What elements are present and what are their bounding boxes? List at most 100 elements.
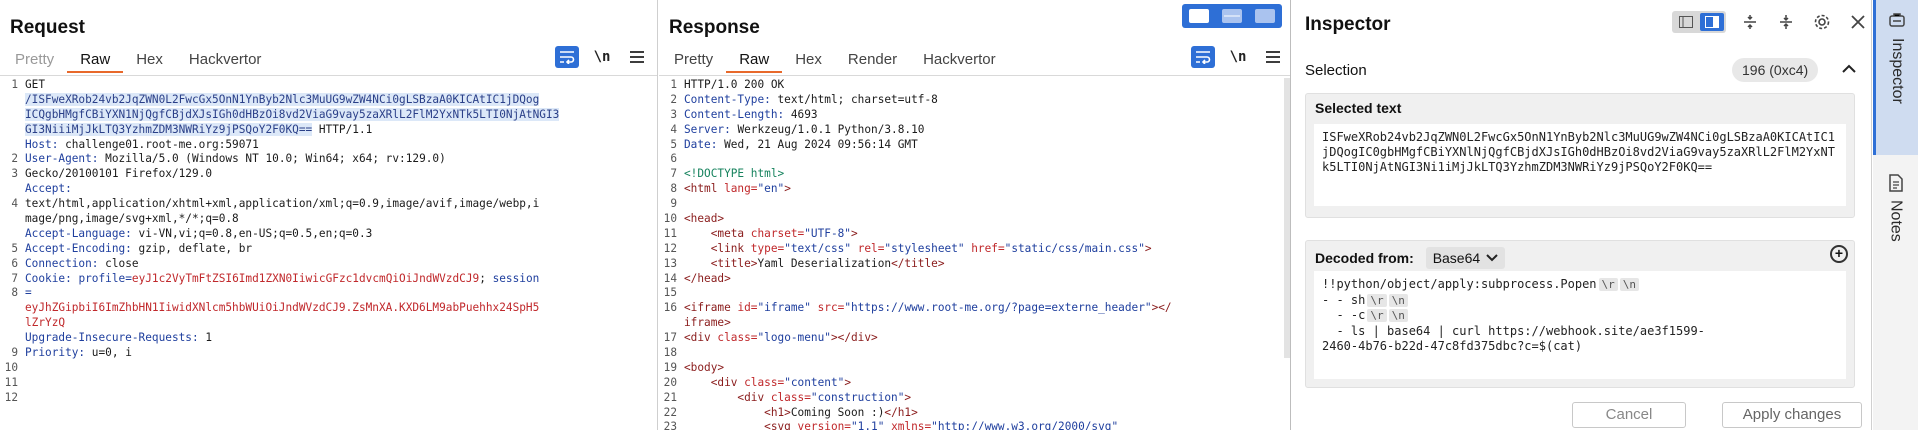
response-lines: HTTP/1.0 200 OK Content-Type: text/html;…	[684, 78, 1172, 430]
lf-marker: \n	[1388, 293, 1408, 307]
request-editor-toolbar: \n	[555, 46, 649, 68]
request-line: =	[25, 286, 32, 300]
decoded-heading: Decoded from: Base64 +	[1306, 241, 1854, 269]
tab-divider	[659, 75, 1290, 76]
selected-text-highlight: GI3NiiiMjJkLTQ3YzhmZDM3NWRiYz9jPSQoY2F0K…	[25, 122, 313, 136]
apply-changes-button[interactable]: Apply changes	[1722, 402, 1862, 428]
response-line	[684, 152, 1172, 167]
response-scrollbar[interactable]	[1284, 78, 1290, 358]
wrap-icon[interactable]	[1191, 46, 1215, 68]
inspector-pane: Inspector Selection 196 (0xc4) Selected …	[1292, 0, 1872, 430]
response-line: <!DOCTYPE html>	[684, 167, 785, 181]
cr-marker: \r	[1367, 293, 1387, 307]
response-line: <body>	[684, 360, 725, 374]
expand-all-icon[interactable]	[1738, 11, 1762, 33]
response-tabs: Pretty Raw Hex Render Hackvertor	[669, 51, 1009, 73]
request-line: /ISFweXRob24vb2JqZWN0L2FwcGx5OnN1YnByb2N…	[25, 92, 559, 108]
response-line: <meta charset="UTF-8">	[684, 226, 858, 240]
tab-raw[interactable]: Raw	[726, 51, 783, 73]
collapse-all-icon[interactable]	[1774, 11, 1798, 33]
response-pane: Response Pretty Raw Hex Render Hackverto…	[659, 0, 1291, 430]
tab-hackvertor[interactable]: Hackvertor	[176, 51, 275, 73]
selection-label: Selection	[1305, 62, 1367, 79]
response-line: <iframe id="iframe" src="https://www.roo…	[684, 301, 1172, 315]
decoded-section: Decoded from: Base64 + !!python/object/a…	[1305, 240, 1855, 388]
selected-text-highlight: /ISFweXRob24vb2JqZWN0L2FwcGx5OnN1YnByb2N…	[25, 92, 540, 106]
tab-hackvertor[interactable]: Hackvertor	[910, 51, 1009, 73]
selection-section-header[interactable]: Selection 196 (0xc4)	[1292, 51, 1872, 89]
response-line: Content-Type: text/html; charset=utf-8	[684, 92, 938, 106]
request-line: Accept-Encoding: gzip, deflate, br	[25, 241, 253, 255]
request-line: lZrYzQ	[25, 316, 66, 330]
request-tabs: Pretty Raw Hex Hackvertor	[10, 51, 274, 73]
response-line-numbers: 12345 6 7 8 9 10 11 12 13 14 15 16 17 18 19 20 21 22 2…	[663, 78, 677, 430]
menu-icon[interactable]	[1261, 46, 1285, 68]
decoded-from-label: Decoded from:	[1315, 250, 1414, 266]
chevron-up-icon[interactable]	[1842, 61, 1856, 79]
decoded-value[interactable]: !!python/object/apply:subprocess.Popen \r…	[1314, 271, 1846, 379]
top-bottom-icon[interactable]	[1221, 9, 1242, 23]
side-rail: Inspector Notes	[1873, 0, 1918, 430]
list-layout-icon[interactable]	[1674, 13, 1698, 31]
tab-pretty[interactable]: Pretty	[669, 51, 726, 73]
decoder-format-value: Base64	[1432, 250, 1481, 266]
request-line: Connection: close	[25, 256, 139, 270]
rail-tab-notes[interactable]: Notes	[1873, 162, 1918, 262]
decoded-line: - - sh \r \n	[1322, 293, 1838, 309]
menu-icon[interactable]	[625, 46, 649, 68]
request-line: Cookie: profile=eyJ1c2VyTmFtZSI6Imd1ZXN0…	[25, 271, 540, 285]
tab-render[interactable]: Render	[835, 51, 910, 73]
newline-label: \n	[593, 49, 611, 65]
inspector-title: Inspector	[1305, 14, 1391, 35]
add-decoder-icon[interactable]: +	[1830, 245, 1848, 263]
request-line: mage/png,image/svg+xml,*/*;q=0.8	[25, 212, 239, 226]
newline-label: \n	[1229, 49, 1247, 65]
tab-divider	[0, 75, 657, 76]
burp-repeater-window: Request Pretty Raw Hex Hackvertor \n 1 2…	[0, 0, 1918, 430]
tab-hex[interactable]: Hex	[123, 51, 176, 73]
wrap-icon[interactable]	[555, 46, 579, 68]
selected-text-value[interactable]: ISFweXRob24vb2JqZWN0L2FwcGx5OnN1YnByb2Nl…	[1314, 124, 1846, 206]
request-line: Upgrade-Insecure-Requests: 1	[25, 331, 213, 345]
response-line: <html lang="en">	[684, 182, 791, 196]
notes-icon	[1888, 174, 1903, 192]
tab-hex[interactable]: Hex	[782, 51, 835, 73]
response-line: </head>	[684, 271, 731, 285]
side-by-side-icon[interactable]	[1188, 9, 1209, 23]
layout-view-toggle[interactable]	[1182, 4, 1282, 28]
response-line: <svg version="1.1" xmlns="http://www.w3.…	[684, 420, 1119, 430]
response-line	[684, 197, 1172, 212]
panel-layout-icon[interactable]	[1700, 13, 1724, 31]
rail-tab-inspector[interactable]: Inspector	[1873, 0, 1918, 155]
response-title: Response	[669, 17, 760, 38]
request-line: User-Agent: Mozilla/5.0 (Windows NT 10.0…	[25, 152, 446, 166]
gear-icon[interactable]	[1810, 11, 1834, 33]
lf-marker: \n	[1388, 309, 1408, 322]
request-line: Accept-Language: vi-VN,vi;q=0.8,en-US;q=…	[25, 226, 373, 240]
tab-pretty[interactable]: Pretty	[10, 51, 67, 73]
request-title: Request	[10, 17, 85, 38]
response-line: <h1>Coming Soon :)</h1>	[684, 405, 918, 419]
response-line: <head>	[684, 212, 725, 226]
newline-toggle[interactable]: \n	[1226, 46, 1250, 68]
inspector-icon	[1889, 13, 1905, 27]
lf-marker: \n	[1619, 278, 1640, 291]
decoder-format-select[interactable]: Base64	[1425, 247, 1506, 269]
response-line: iframe>	[684, 316, 731, 330]
response-line: Server: Werkzeug/1.0.1 Python/3.8.10	[684, 122, 925, 136]
request-line-numbers: 1 234 5678 9 10 11 12	[4, 78, 18, 404]
cr-marker: \r	[1367, 309, 1387, 322]
tab-raw[interactable]: Raw	[67, 51, 124, 73]
inspector-layout-toggle[interactable]	[1672, 11, 1726, 33]
cancel-button[interactable]: Cancel	[1572, 402, 1686, 428]
request-pane: Request Pretty Raw Hex Hackvertor \n 1 2…	[0, 0, 658, 430]
decoded-line: !!python/object/apply:subprocess.Popen \r…	[1322, 277, 1838, 293]
tabs-view-icon[interactable]	[1255, 9, 1276, 23]
response-editor-toolbar: \n	[1191, 46, 1285, 68]
close-icon[interactable]	[1846, 11, 1870, 33]
response-line	[684, 346, 1172, 361]
newline-toggle[interactable]: \n	[590, 46, 614, 68]
response-line	[684, 286, 1172, 301]
request-line: text/html,application/xhtml+xml,applicat…	[25, 197, 540, 211]
request-line: Host: challenge01.root-me.org:59071	[25, 137, 259, 151]
